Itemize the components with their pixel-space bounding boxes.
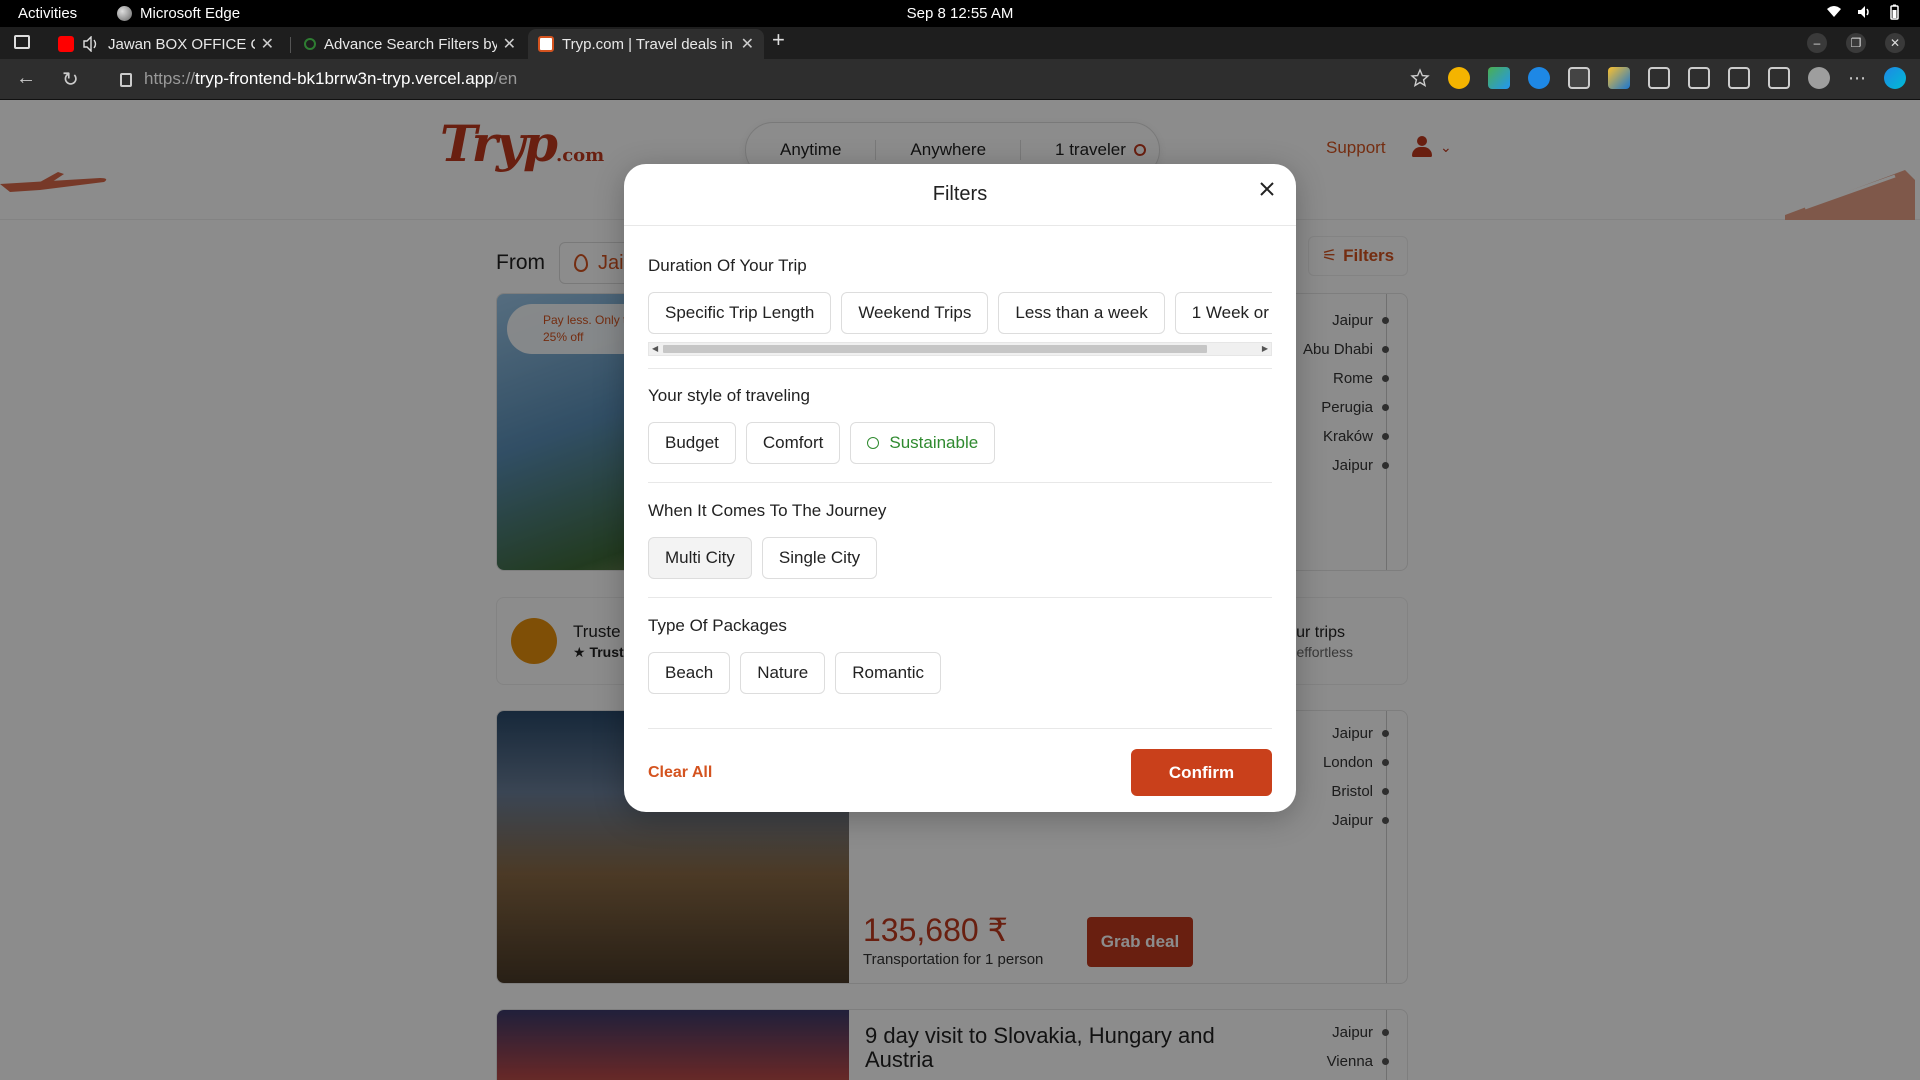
extension-multicolor-icon[interactable] [1488, 67, 1510, 89]
close-icon[interactable] [1256, 178, 1278, 200]
url-field[interactable]: https:// tryp-frontend-bk1brrw3n-tryp.ve… [120, 69, 517, 89]
duration-section: Duration Of Your Trip Specific Trip Leng… [648, 256, 1272, 356]
lock-icon[interactable] [120, 73, 132, 87]
section-title: Duration Of Your Trip [648, 256, 807, 275]
edge-app-icon [117, 6, 132, 21]
youtube-favicon-icon [58, 36, 74, 52]
profile-avatar-icon[interactable] [1808, 67, 1830, 89]
journey-section: When It Comes To The Journey Multi City … [648, 501, 1272, 579]
tab-close-icon[interactable]: ✕ [503, 34, 516, 54]
wifi-icon [1827, 6, 1841, 17]
journey-options: Multi City Single City [648, 537, 1272, 579]
divider [648, 482, 1272, 483]
extension-yellow-icon[interactable] [1448, 67, 1470, 89]
tab-separator [290, 37, 291, 53]
option-sustainable[interactable]: Sustainable [850, 422, 996, 464]
extensions-puzzle-icon[interactable] [1648, 67, 1670, 89]
scroll-left-icon[interactable]: ◀ [652, 343, 658, 355]
duration-options: Specific Trip Length Weekend Trips Less … [648, 292, 1272, 334]
app-name: Microsoft Edge [140, 5, 241, 22]
tab-title: Tryp.com | Travel deals in [562, 35, 733, 53]
more-menu-icon[interactable]: ⋯ [1848, 68, 1866, 89]
option-comfort[interactable]: Comfort [745, 422, 841, 464]
confirm-button[interactable]: Confirm [1131, 749, 1272, 796]
leaf-circle-icon [867, 437, 880, 449]
extension-glasses-icon[interactable] [1568, 67, 1590, 89]
toolbar-icons: ⋯ [1410, 67, 1906, 89]
system-tray[interactable] [1826, 4, 1902, 20]
style-section: Your style of traveling Budget Comfort S… [648, 386, 1272, 464]
tab-title: Advance Search Filters by [324, 35, 497, 53]
url-host: tryp-frontend-bk1brrw3n-tryp.vercel.app [195, 69, 494, 88]
packages-section: Type Of Packages Beach Nature Romantic [648, 616, 1272, 694]
divider [648, 728, 1272, 729]
activities-button[interactable]: Activities [18, 5, 77, 22]
react-devtools-icon[interactable] [1528, 67, 1550, 89]
os-top-bar: Activities Microsoft Edge Sep 8 12:55 AM [0, 0, 1920, 27]
modal-title: Filters [932, 183, 988, 205]
extension-pen-icon[interactable] [1608, 67, 1630, 89]
app-menu[interactable]: Microsoft Edge [117, 5, 240, 22]
new-tab-icon[interactable]: + [772, 27, 785, 53]
option-single-city[interactable]: Single City [761, 537, 878, 579]
section-title: Your style of traveling [648, 386, 810, 405]
style-options: Budget Comfort Sustainable [648, 422, 1272, 464]
volume-icon [1858, 6, 1869, 18]
window-close-icon[interactable]: ✕ [1885, 33, 1905, 53]
option-weekend-trips[interactable]: Weekend Trips [841, 292, 989, 334]
option-1-week-or-more[interactable]: 1 Week or m [1174, 292, 1272, 334]
loading-favicon-icon [304, 38, 316, 50]
browser-tab-strip: Jawan BOX OFFICE C ✕ Advance Search Filt… [0, 27, 1920, 59]
tab-title: Jawan BOX OFFICE C [108, 35, 255, 53]
option-beach[interactable]: Beach [648, 652, 731, 694]
option-less-than-a-week[interactable]: Less than a week [998, 292, 1165, 334]
packages-options: Beach Nature Romantic [648, 652, 1272, 694]
tab-actions-icon[interactable] [14, 35, 30, 49]
address-bar-row: ← ↻ https:// tryp-frontend-bk1brrw3n-try… [0, 59, 1920, 100]
battery-icon [1890, 4, 1899, 20]
split-screen-icon[interactable] [1688, 67, 1710, 89]
option-nature[interactable]: Nature [740, 652, 826, 694]
back-arrow-icon[interactable]: ← [16, 67, 36, 90]
section-title: Type Of Packages [648, 616, 787, 635]
option-romantic[interactable]: Romantic [835, 652, 942, 694]
modal-header: Filters [624, 164, 1296, 226]
clear-all-button[interactable]: Clear All [648, 764, 712, 782]
option-multi-city[interactable]: Multi City [648, 537, 752, 579]
url-prefix: https:// [144, 69, 196, 88]
tab-advance-search[interactable]: Advance Search Filters by ✕ [294, 29, 526, 59]
option-budget[interactable]: Budget [648, 422, 736, 464]
tryp-favicon-icon [538, 36, 554, 52]
tab-jawan[interactable]: Jawan BOX OFFICE C ✕ [48, 29, 284, 59]
scroll-right-icon[interactable]: ▶ [1262, 343, 1268, 355]
option-label: Sustainable [889, 433, 979, 452]
restore-icon[interactable]: ❐ [1846, 33, 1866, 53]
tab-tryp[interactable]: Tryp.com | Travel deals in ✕ [528, 29, 764, 59]
clock[interactable]: Sep 8 12:55 AM [0, 5, 1920, 22]
tab-close-icon[interactable]: ✕ [741, 34, 754, 54]
scrollbar-thumb[interactable] [663, 345, 1207, 353]
collections-icon[interactable] [1768, 67, 1790, 89]
url-path: /en [493, 69, 518, 88]
section-title: When It Comes To The Journey [648, 501, 887, 520]
filters-modal: Filters Duration Of Your Trip Specific T… [624, 164, 1296, 812]
favorites-icon[interactable] [1728, 67, 1750, 89]
bing-copilot-icon[interactable] [1884, 67, 1906, 89]
reload-icon[interactable]: ↻ [62, 67, 79, 92]
tab-close-icon[interactable]: ✕ [261, 34, 274, 54]
divider [648, 597, 1272, 598]
option-specific-trip-length[interactable]: Specific Trip Length [648, 292, 832, 334]
audio-playing-icon[interactable] [82, 36, 100, 52]
favorite-star-icon[interactable] [1410, 68, 1430, 88]
horizontal-scrollbar[interactable]: ◀ ▶ [648, 342, 1272, 356]
minimize-icon[interactable]: – [1807, 33, 1827, 53]
divider [648, 368, 1272, 369]
